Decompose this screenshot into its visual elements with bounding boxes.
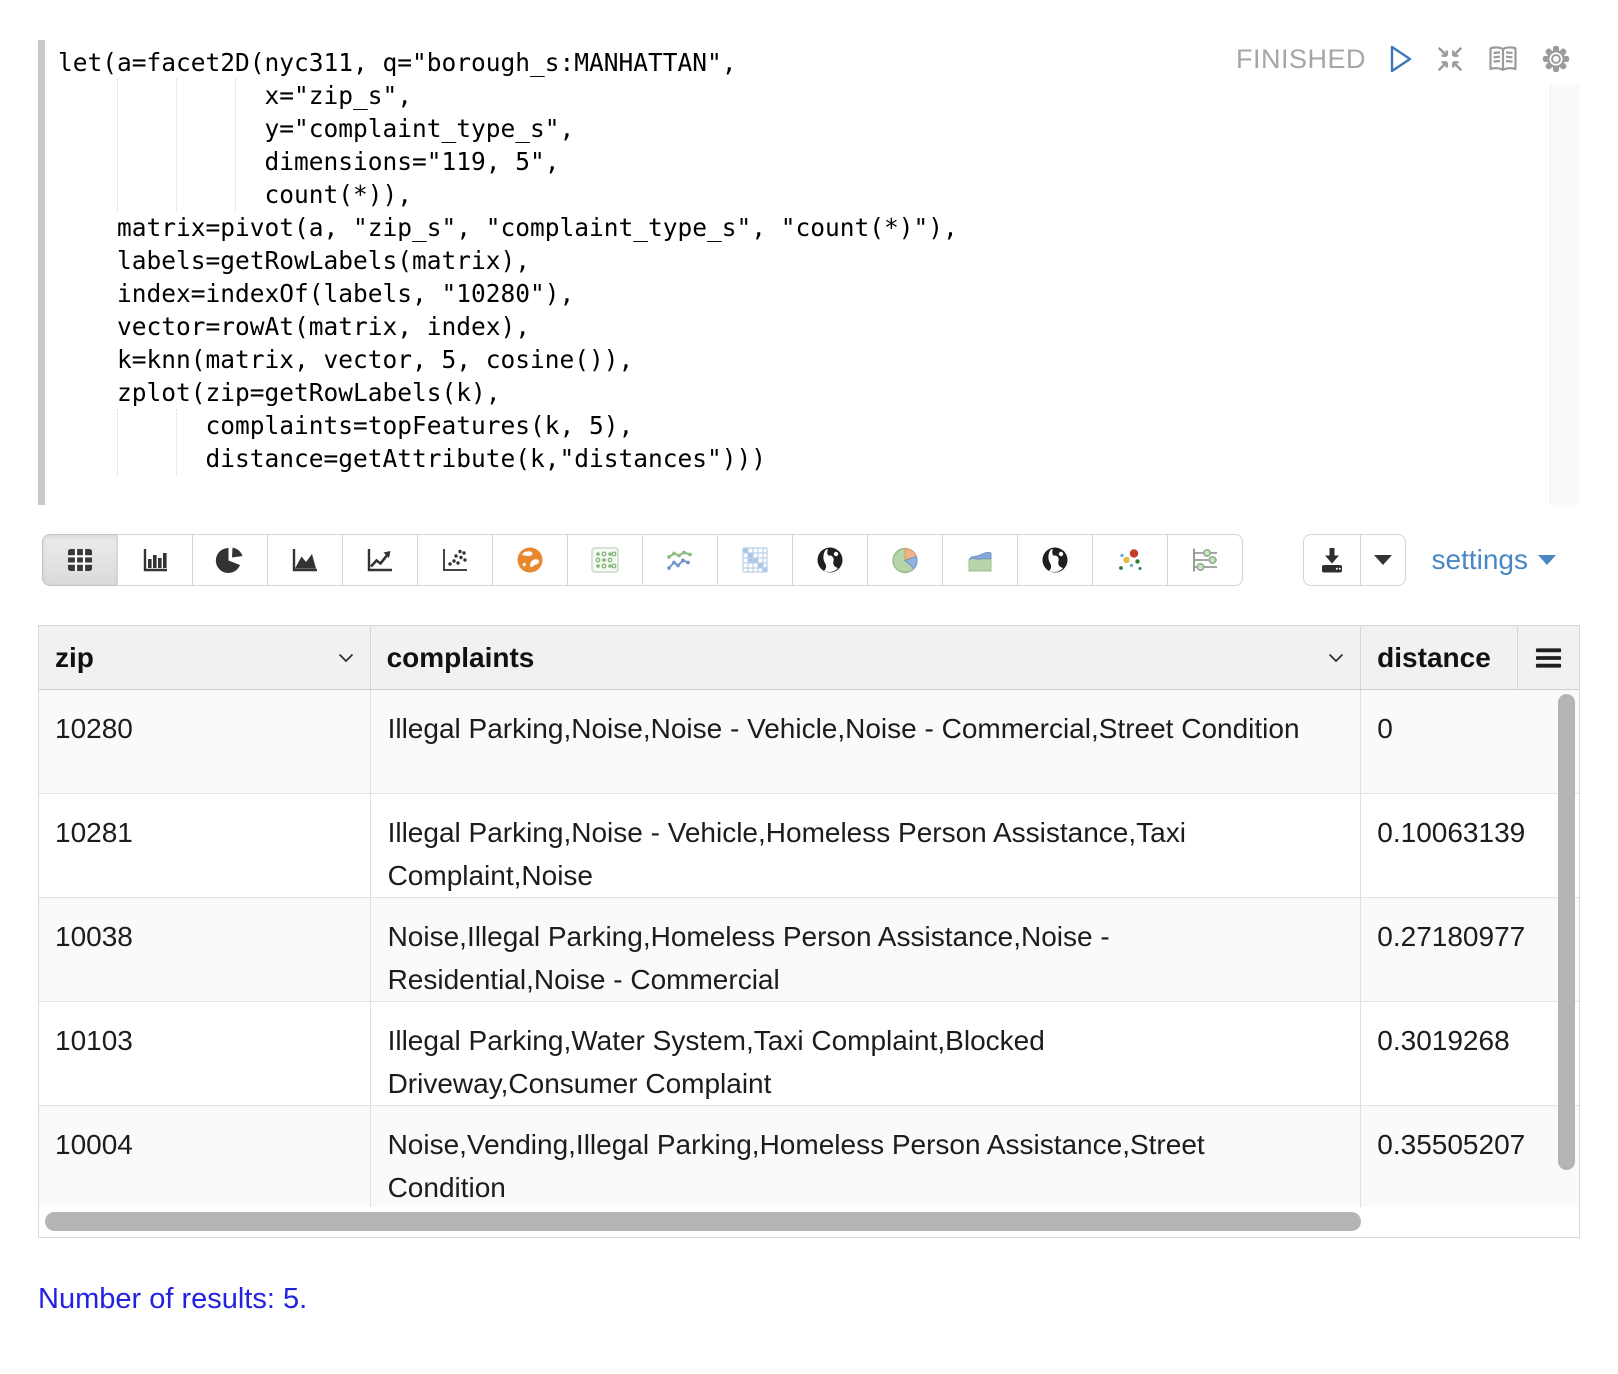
code-editor[interactable]: let(a=facet2D(nyc311, q="borough_s:MANHA… [38,40,1580,505]
viz-button-group [42,534,1243,586]
indent-guide [117,79,118,211]
table-row: 10004Noise,Vending,Illegal Parking,Homel… [39,1106,1579,1207]
bubble-scatter-icon [1113,543,1147,577]
table-row: 10281Illegal Parking,Noise - Vehicle,Hom… [39,794,1579,898]
column-header-complaints[interactable]: complaints [370,626,1361,689]
table-header: zip complaints distance [39,626,1579,690]
editor-scrollbar[interactable] [1550,85,1580,505]
cell-zip: 10280 [39,690,370,793]
paragraph-status-row: FINISHED [1236,42,1572,76]
table-row: 10103Illegal Parking,Water System,Taxi C… [39,1002,1579,1106]
column-label: zip [55,642,94,674]
table-horizontal-scrollbar[interactable] [45,1212,1361,1231]
heatmap-icon [738,543,772,577]
status-label: FINISHED [1236,44,1366,75]
area-chart-button[interactable] [267,534,343,586]
hamburger-menu-icon [1534,647,1563,669]
code-text[interactable]: let(a=facet2D(nyc311, q="borough_s:MANHA… [45,40,1548,505]
settings-label: settings [1432,544,1529,576]
pie-colored-viz-button[interactable] [867,534,943,586]
dot-grid-viz-button[interactable] [567,534,643,586]
column-label: distance [1377,642,1491,674]
pie-chart-icon [213,543,247,577]
bubble-scatter-viz-button[interactable] [1092,534,1168,586]
column-header-zip[interactable]: zip [39,626,370,689]
cell-distance: 0.35505207 [1360,1106,1579,1207]
cell-zip: 10004 [39,1106,370,1207]
table-row: 10280Illegal Parking,Noise,Noise - Vehic… [39,690,1579,794]
book-button[interactable] [1485,42,1521,76]
shrink-paragraph-icon [1434,43,1466,75]
bar-chart-button[interactable] [117,534,193,586]
multi-line-chart-button[interactable] [642,534,718,586]
table-vertical-scrollbar[interactable] [1558,694,1575,1170]
globe-dark-2-icon [1038,543,1072,577]
map-globe-orange-icon [513,543,547,577]
scatter-chart-button[interactable] [417,534,493,586]
settings-link[interactable]: settings [1432,544,1557,576]
editor-gutter [38,40,45,505]
cell-distance: 0.10063139 [1360,794,1579,897]
chevron-down-icon[interactable] [338,653,354,663]
gear-icon [1540,43,1572,75]
globe-viz-button-1[interactable] [792,534,868,586]
cell-complaints: Noise,Illegal Parking,Homeless Person As… [370,898,1361,1001]
download-button-group [1303,534,1406,586]
download-icon [1315,543,1349,577]
globe-viz-button-2[interactable] [1017,534,1093,586]
cell-complaints: Illegal Parking,Noise,Noise - Vehicle,No… [370,690,1361,793]
notebook-paragraph: let(a=facet2D(nyc311, q="borough_s:MANHA… [38,40,1580,1374]
line-chart-button[interactable] [342,534,418,586]
table-row: 10038Noise,Illegal Parking,Homeless Pers… [39,898,1579,1002]
table-icon [63,543,97,577]
indent-guide [176,409,177,475]
cell-zip: 10103 [39,1002,370,1105]
cell-zip: 10038 [39,898,370,1001]
column-header-distance[interactable]: distance [1360,626,1517,689]
heatmap-viz-button[interactable] [717,534,793,586]
sliders-icon [1187,543,1223,577]
book-icon [1485,42,1521,76]
indent-guide [235,79,236,211]
download-options-button[interactable] [1360,534,1406,586]
map-viz-button[interactable] [492,534,568,586]
table-view-button[interactable] [42,534,118,586]
cell-complaints: Noise,Vending,Illegal Parking,Homeless P… [370,1106,1361,1207]
column-label: complaints [387,642,535,674]
gear-button[interactable] [1540,43,1572,75]
cell-distance: 0.3019268 [1360,1002,1579,1105]
settings-caret-icon [1538,555,1556,565]
cell-distance: 0.27180977 [1360,898,1579,1001]
stream-area-icon [963,543,997,577]
area-chart-icon [288,543,322,577]
scatter-chart-icon [438,543,472,577]
shrink-paragraph-button[interactable] [1434,43,1466,75]
pie-colored-icon [888,543,922,577]
cell-complaints: Illegal Parking,Noise - Vehicle,Homeless… [370,794,1361,897]
visualization-toolbar: settings [42,534,1580,586]
sliders-viz-button[interactable] [1167,534,1243,586]
download-button[interactable] [1303,534,1361,586]
cell-distance: 0 [1360,690,1579,793]
chevron-down-icon[interactable] [1328,653,1344,663]
run-icon [1385,43,1415,75]
globe-dark-icon [813,543,847,577]
column-menu-button[interactable] [1517,626,1579,689]
bar-chart-icon [138,543,172,577]
table-body: 10280Illegal Parking,Noise,Noise - Vehic… [39,690,1579,1207]
multi-line-chart-icon [662,543,698,577]
run-button[interactable] [1385,43,1415,75]
cell-zip: 10281 [39,794,370,897]
indent-guide [117,409,118,475]
caret-down-icon [1374,555,1392,565]
table-horizontal-scrollbar-track [39,1207,1579,1237]
results-count-label: Number of results: 5. [38,1283,307,1316]
cell-complaints: Illegal Parking,Water System,Taxi Compla… [370,1002,1361,1105]
line-chart-icon [363,543,397,577]
dot-grid-icon [588,543,622,577]
indent-guide [176,79,177,211]
pie-chart-button[interactable] [192,534,268,586]
stream-area-viz-button[interactable] [942,534,1018,586]
results-table: zip complaints distance [38,625,1580,1238]
